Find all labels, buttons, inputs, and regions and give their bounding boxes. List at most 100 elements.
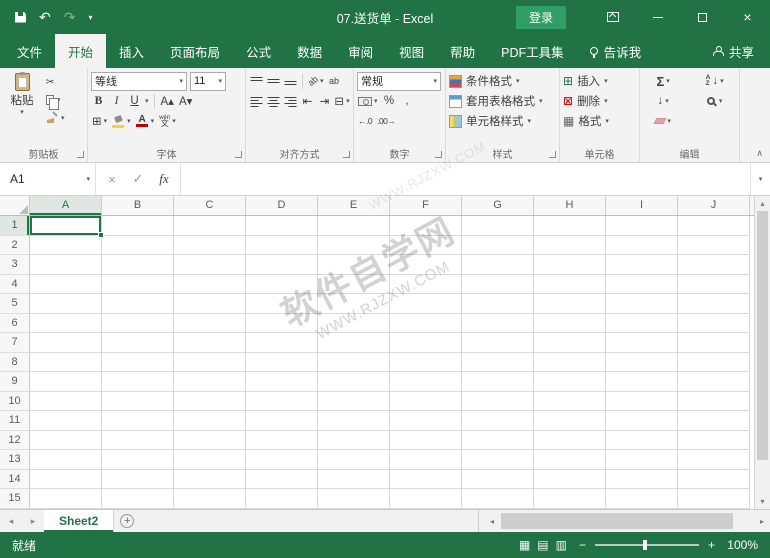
- cell-E14[interactable]: [318, 469, 390, 489]
- cell-E5[interactable]: [318, 294, 390, 314]
- vertical-scrollbar[interactable]: ▴ ▾: [754, 196, 770, 509]
- cell-A8[interactable]: [30, 352, 102, 372]
- cell-E13[interactable]: [318, 450, 390, 470]
- cell-B2[interactable]: [102, 235, 174, 255]
- cell-C15[interactable]: [174, 489, 246, 509]
- cell-F2[interactable]: [390, 235, 462, 255]
- number-format-combo[interactable]: 常规 ▾: [357, 71, 441, 91]
- zoom-slider[interactable]: [594, 540, 699, 550]
- cell-B1[interactable]: [102, 216, 174, 236]
- cell-J14[interactable]: [678, 469, 750, 489]
- cell-A12[interactable]: [30, 430, 102, 450]
- close-button[interactable]: ×: [725, 0, 770, 34]
- cell-E12[interactable]: [318, 430, 390, 450]
- cell-F8[interactable]: [390, 352, 462, 372]
- cell-H12[interactable]: [534, 430, 606, 450]
- font-name-combo[interactable]: 等线 ▾: [91, 71, 187, 91]
- cell-B13[interactable]: [102, 450, 174, 470]
- cell-B7[interactable]: [102, 333, 174, 353]
- cell-H15[interactable]: [534, 489, 606, 509]
- tab-page-layout[interactable]: 页面布局: [157, 34, 233, 68]
- sheet-tab-sheet2[interactable]: Sheet2: [44, 510, 115, 532]
- row-header-1[interactable]: 1: [0, 216, 30, 236]
- ribbon-display-options-button[interactable]: [590, 0, 635, 34]
- clear-button[interactable]: ▾: [643, 112, 683, 130]
- formula-input[interactable]: [181, 163, 750, 195]
- select-all-button[interactable]: [0, 196, 30, 215]
- row-header-9[interactable]: 9: [0, 372, 30, 392]
- cell-H5[interactable]: [534, 294, 606, 314]
- clipboard-dialog-launcher[interactable]: [77, 151, 84, 158]
- cell-I3[interactable]: [606, 255, 678, 275]
- cell-J15[interactable]: [678, 489, 750, 509]
- row-header-5[interactable]: 5: [0, 294, 30, 314]
- cell-C13[interactable]: [174, 450, 246, 470]
- cell-C11[interactable]: [174, 411, 246, 431]
- decrease-indent-button[interactable]: ⇤: [300, 92, 315, 110]
- cell-G5[interactable]: [462, 294, 534, 314]
- row-header-3[interactable]: 3: [0, 255, 30, 275]
- row-header-7[interactable]: 7: [0, 333, 30, 353]
- cell-D3[interactable]: [246, 255, 318, 275]
- cancel-button[interactable]: ×: [99, 172, 125, 187]
- cell-D14[interactable]: [246, 469, 318, 489]
- login-button[interactable]: 登录: [515, 5, 566, 29]
- column-header-B[interactable]: B: [102, 196, 174, 215]
- cell-J9[interactable]: [678, 372, 750, 392]
- increase-font-size-button[interactable]: A▴: [160, 92, 175, 110]
- cell-D8[interactable]: [246, 352, 318, 372]
- name-box[interactable]: A1 ▾: [0, 163, 96, 195]
- tab-help[interactable]: 帮助: [437, 34, 488, 68]
- cell-E10[interactable]: [318, 391, 390, 411]
- cell-A14[interactable]: [30, 469, 102, 489]
- column-header-D[interactable]: D: [246, 196, 318, 215]
- cell-J4[interactable]: [678, 274, 750, 294]
- cell-D11[interactable]: [246, 411, 318, 431]
- format-cells-button[interactable]: ▦ 格式 ▾: [563, 111, 636, 131]
- maximize-button[interactable]: [680, 0, 725, 34]
- cell-I5[interactable]: [606, 294, 678, 314]
- cell-G13[interactable]: [462, 450, 534, 470]
- cell-G6[interactable]: [462, 313, 534, 333]
- cell-I11[interactable]: [606, 411, 678, 431]
- cell-G15[interactable]: [462, 489, 534, 509]
- row-header-10[interactable]: 10: [0, 391, 30, 411]
- column-header-G[interactable]: G: [462, 196, 534, 215]
- styles-dialog-launcher[interactable]: [549, 151, 556, 158]
- paste-button[interactable]: 粘贴 ▾: [3, 71, 41, 125]
- decrease-font-size-button[interactable]: A▾: [178, 92, 193, 110]
- cell-C5[interactable]: [174, 294, 246, 314]
- fill-color-button[interactable]: ▾: [111, 112, 132, 130]
- cell-G4[interactable]: [462, 274, 534, 294]
- decrease-decimal-button[interactable]: .00→: [376, 112, 396, 130]
- cell-J12[interactable]: [678, 430, 750, 450]
- tab-file[interactable]: 文件: [4, 34, 55, 68]
- find-select-button[interactable]: ▾: [693, 92, 736, 110]
- cell-F7[interactable]: [390, 333, 462, 353]
- cell-B12[interactable]: [102, 430, 174, 450]
- cell-E3[interactable]: [318, 255, 390, 275]
- share-button[interactable]: 共享: [697, 34, 770, 68]
- cell-E11[interactable]: [318, 411, 390, 431]
- cell-A15[interactable]: [30, 489, 102, 509]
- horizontal-scrollbar[interactable]: ◂ ▸: [484, 510, 770, 532]
- align-left-button[interactable]: [249, 92, 264, 110]
- cell-F11[interactable]: [390, 411, 462, 431]
- row-header-13[interactable]: 13: [0, 450, 30, 470]
- bold-button[interactable]: B: [91, 92, 106, 110]
- cell-G7[interactable]: [462, 333, 534, 353]
- cell-E15[interactable]: [318, 489, 390, 509]
- cell-C8[interactable]: [174, 352, 246, 372]
- cell-D9[interactable]: [246, 372, 318, 392]
- cell-H7[interactable]: [534, 333, 606, 353]
- comma-style-button[interactable]: ,: [400, 92, 415, 110]
- cell-G3[interactable]: [462, 255, 534, 275]
- cell-D1[interactable]: [246, 216, 318, 236]
- cell-I4[interactable]: [606, 274, 678, 294]
- phonetic-guide-button[interactable]: wén 文 ▾: [158, 112, 177, 130]
- cell-G1[interactable]: [462, 216, 534, 236]
- row-header-14[interactable]: 14: [0, 469, 30, 489]
- normal-view-button[interactable]: ▦: [519, 538, 530, 552]
- cell-J2[interactable]: [678, 235, 750, 255]
- cell-G9[interactable]: [462, 372, 534, 392]
